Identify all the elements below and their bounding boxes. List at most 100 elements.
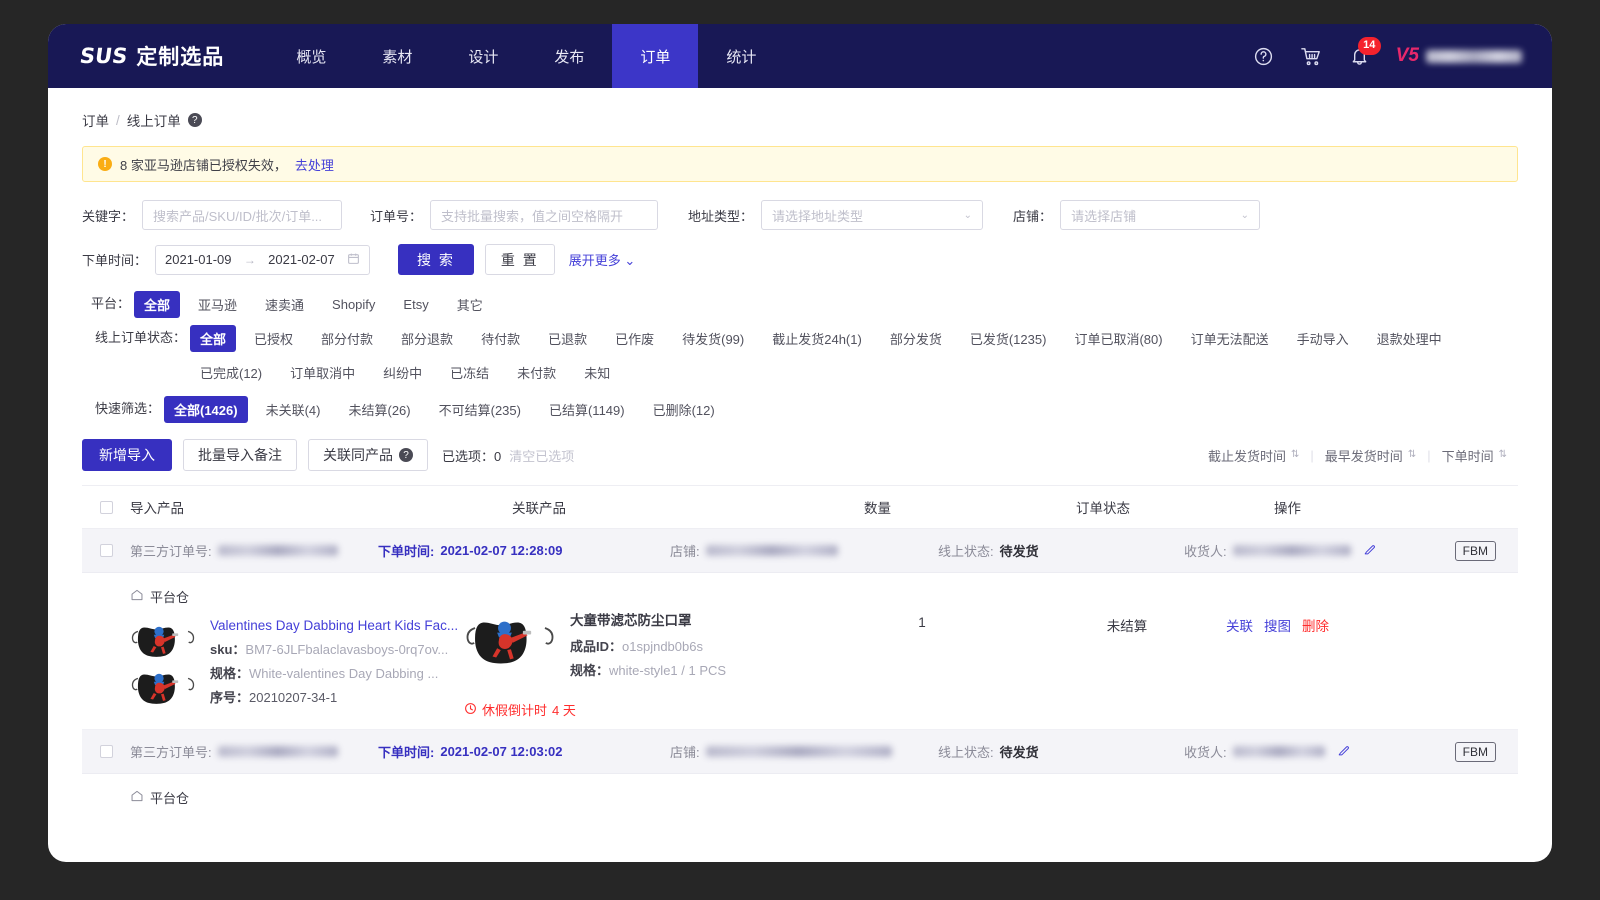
online-status-label: 线上状态:: [938, 541, 994, 560]
status-tag-authorized[interactable]: 已授权: [244, 325, 303, 352]
sort-arrows-icon: ⇅: [1499, 450, 1507, 460]
search-button[interactable]: 搜 索: [398, 244, 474, 275]
order-date-range-picker[interactable]: 2021-01-09 → 2021-02-07: [155, 245, 370, 275]
status-tag-cancelling[interactable]: 订单取消中: [280, 359, 365, 386]
help-icon[interactable]: ?: [188, 113, 202, 127]
order-status-cell: 未结算: [1028, 587, 1226, 719]
product-thumbnail-image[interactable]: [130, 618, 196, 662]
product-thumbnail-image[interactable]: [130, 665, 196, 709]
online-status-value: 待发货: [1000, 541, 1039, 560]
platform-tag-amazon[interactable]: 亚马逊: [188, 291, 247, 318]
third-party-order-no-label: 第三方订单号:: [130, 742, 212, 761]
nav-item-publish[interactable]: 发布: [526, 24, 612, 88]
status-tag-pending-payment[interactable]: 待付款: [471, 325, 530, 352]
notification-badge: 14: [1358, 37, 1381, 55]
action-delete[interactable]: 删除: [1302, 615, 1329, 635]
add-import-button[interactable]: 新增导入: [82, 439, 172, 471]
batch-import-note-button[interactable]: 批量导入备注: [183, 439, 297, 471]
fulfillment-badge[interactable]: FBM: [1455, 742, 1496, 762]
main-nav: 概览 素材 设计 发布 订单 统计: [268, 24, 784, 88]
status-tag-undeliverable[interactable]: 订单无法配送: [1181, 325, 1279, 352]
order-number-input[interactable]: 支持批量搜索，值之间空格隔开: [430, 200, 658, 230]
action-search-image[interactable]: 搜图: [1264, 615, 1291, 635]
imported-product-spec: 规格：White-valentines Day Dabbing ...: [210, 663, 458, 682]
quick-tag-unsettled[interactable]: 未结算(26): [338, 396, 420, 423]
status-tag-partial-paid[interactable]: 部分付款: [311, 325, 383, 352]
row-checkbox[interactable]: [100, 544, 113, 557]
platform-tag-etsy[interactable]: Etsy: [393, 293, 438, 316]
status-tag-unknown[interactable]: 未知: [574, 359, 620, 386]
status-tag-partial-shipped[interactable]: 部分发货: [880, 325, 952, 352]
nav-item-overview[interactable]: 概览: [268, 24, 354, 88]
status-tag-manual-import[interactable]: 手动导入: [1287, 325, 1359, 352]
sort-order-time[interactable]: 下单时间⇅: [1431, 446, 1518, 465]
question-circle-icon[interactable]: [1253, 46, 1274, 67]
nav-item-statistics[interactable]: 统计: [698, 24, 784, 88]
spec-value: White-valentines Day Dabbing ...: [249, 666, 438, 681]
product-thumbnails: [130, 618, 196, 711]
select-all-checkbox[interactable]: [100, 501, 113, 514]
breadcrumb-current: 线上订单: [127, 110, 181, 130]
sort-arrows-icon: ⇅: [1291, 450, 1299, 460]
status-tag-frozen[interactable]: 已冻结: [440, 359, 499, 386]
table-row: 平台仓: [82, 573, 1518, 730]
pencil-icon[interactable]: [1337, 744, 1350, 760]
pencil-icon[interactable]: [1363, 543, 1376, 559]
bell-icon[interactable]: 14: [1349, 46, 1370, 67]
reset-button[interactable]: 重 置: [485, 244, 555, 275]
breadcrumb-root[interactable]: 订单: [82, 110, 109, 130]
status-tag-all[interactable]: 全部: [190, 325, 236, 352]
quick-tag-all[interactable]: 全部(1426): [164, 396, 248, 423]
quick-tag-unlinked[interactable]: 未关联(4): [256, 396, 331, 423]
nav-item-materials[interactable]: 素材: [354, 24, 440, 88]
platform-tag-all[interactable]: 全部: [134, 291, 180, 318]
nav-item-orders[interactable]: 订单: [612, 24, 698, 88]
sort-controls: 截止发货时间⇅ | 最早发货时间⇅ | 下单时间⇅: [1197, 446, 1518, 465]
order-time-label: 下单时间:: [378, 742, 434, 761]
related-product-title[interactable]: 大童带滤芯防尘口罩: [570, 609, 726, 629]
shopping-cart-icon[interactable]: [1300, 45, 1323, 68]
imported-product-title[interactable]: Valentines Day Dabbing Heart Kids Fac...: [210, 618, 458, 633]
order-status-filter-row-2: 已完成(12) 订单取消中 纠纷中 已冻结 未付款 未知: [190, 357, 1518, 388]
platform-tag-shopify[interactable]: Shopify: [322, 293, 385, 316]
help-icon[interactable]: ?: [399, 448, 413, 462]
platform-tag-other[interactable]: 其它: [447, 291, 493, 318]
nav-item-design[interactable]: 设计: [440, 24, 526, 88]
status-tag-completed[interactable]: 已完成(12): [190, 359, 272, 386]
related-product-thumbnail-image[interactable]: [464, 609, 556, 671]
quick-tag-settled[interactable]: 已结算(1149): [539, 396, 635, 423]
status-tag-dispute[interactable]: 纠纷中: [373, 359, 432, 386]
sort-deadline-ship-time[interactable]: 截止发货时间⇅: [1197, 446, 1310, 465]
action-relate[interactable]: 关联: [1226, 615, 1253, 635]
alert-action-link[interactable]: 去处理: [295, 155, 334, 174]
user-account[interactable]: V5: [1396, 45, 1522, 67]
expand-more-button[interactable]: 展开更多 ⌄: [569, 250, 636, 269]
page-content: 订单 / 线上订单 ? ! 8 家亚马逊店铺已授权失效， 去处理 关键字： 搜索…: [48, 88, 1552, 807]
status-tag-refunded[interactable]: 已退款: [538, 325, 597, 352]
column-header-actions: 操作: [1274, 497, 1518, 517]
status-tag-deadline-24h[interactable]: 截止发货24h(1): [762, 325, 872, 352]
fulfillment-badge[interactable]: FBM: [1455, 541, 1496, 561]
status-tag-unpaid[interactable]: 未付款: [507, 359, 566, 386]
keyword-input[interactable]: 搜索产品/SKU/ID/批次/订单...: [142, 200, 342, 230]
status-tag-voided[interactable]: 已作废: [605, 325, 664, 352]
status-tag-cancelled[interactable]: 订单已取消(80): [1064, 325, 1172, 352]
status-tag-partial-refund[interactable]: 部分退款: [391, 325, 463, 352]
row-checkbox[interactable]: [100, 745, 113, 758]
brand-name: 定制选品: [136, 41, 224, 71]
status-tag-refund-processing[interactable]: 退款处理中: [1367, 325, 1452, 352]
address-type-select[interactable]: 请选择地址类型 ⌄: [761, 200, 983, 230]
quick-tag-not-settleable[interactable]: 不可结算(235): [429, 396, 531, 423]
shop-value: 请选择店铺: [1071, 206, 1136, 225]
shop-select[interactable]: 请选择店铺 ⌄: [1060, 200, 1260, 230]
relate-same-product-button[interactable]: 关联同产品 ?: [308, 439, 428, 471]
sort-earliest-ship-time[interactable]: 最早发货时间⇅: [1314, 446, 1427, 465]
filter-form: 关键字： 搜索产品/SKU/ID/批次/订单... 订单号： 支持批量搜索，值之…: [82, 200, 1518, 275]
clear-selection-button[interactable]: 清空已选项: [509, 446, 574, 465]
status-tag-pending-shipment[interactable]: 待发货(99): [672, 325, 754, 352]
top-navigation-bar: SUS 定制选品 概览 素材 设计 发布 订单 统计: [48, 24, 1552, 88]
status-tag-shipped[interactable]: 已发货(1235): [960, 325, 1057, 352]
quick-tag-deleted[interactable]: 已删除(12): [643, 396, 725, 423]
brand-logo[interactable]: SUS 定制选品: [80, 41, 224, 71]
platform-tag-aliexpress[interactable]: 速卖通: [255, 291, 314, 318]
